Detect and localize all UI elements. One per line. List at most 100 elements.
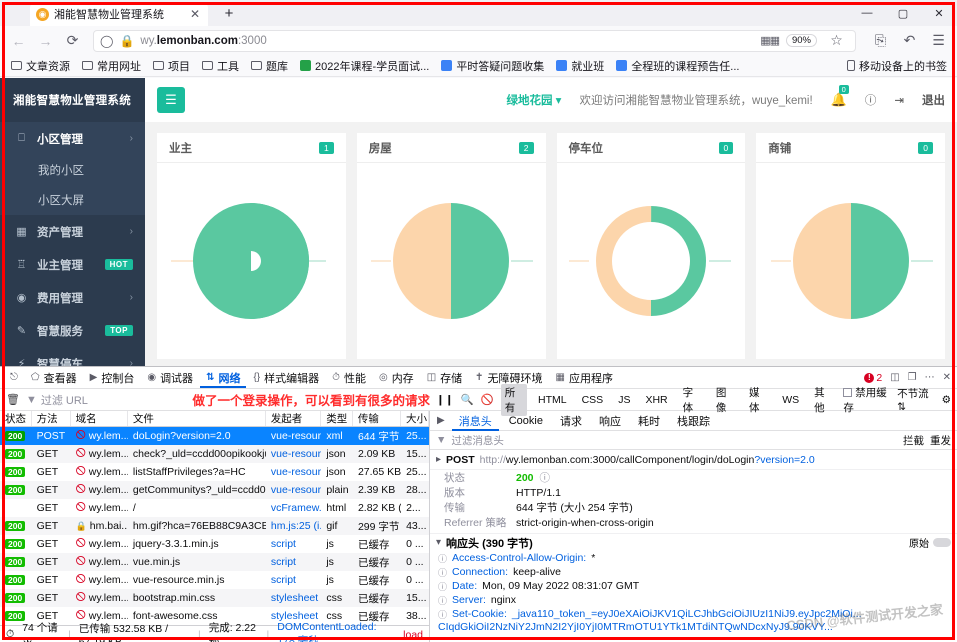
- search-icon[interactable]: 🔍: [461, 393, 474, 406]
- logout-button[interactable]: 退出: [922, 92, 945, 108]
- response-headers-section[interactable]: ▾ 响应头 (390 字节) 原始: [430, 533, 957, 551]
- tab-performance[interactable]: ⏱ 性能: [326, 368, 372, 388]
- column-status[interactable]: 状态: [0, 411, 32, 426]
- tab-request[interactable]: 请求: [553, 411, 589, 431]
- help-icon[interactable]: ⓘ: [438, 566, 447, 579]
- column-domain[interactable]: 域名: [71, 411, 128, 426]
- dock-side-icon[interactable]: ❐: [908, 372, 917, 383]
- shield-icon[interactable]: ◯: [100, 34, 113, 48]
- column-transfer[interactable]: 传输: [353, 411, 401, 426]
- help-icon[interactable]: ⓘ: [438, 552, 447, 565]
- tab-stack-trace[interactable]: 栈跟踪: [670, 411, 717, 431]
- sidebar-toggle-icon[interactable]: ▶: [433, 415, 449, 426]
- sidebar-item-smart-parking[interactable]: ⚡ 智慧停车 ›: [0, 347, 145, 366]
- url-bar[interactable]: ◯ 🔒 wy.lemonban.com:3000 ▦▦ 90% ☆: [93, 29, 856, 52]
- minimize-button[interactable]: —: [849, 7, 885, 19]
- bookmark-item[interactable]: 文章资源: [6, 57, 75, 75]
- tab-debugger[interactable]: ◉ 调试器: [141, 368, 199, 388]
- browser-tab[interactable]: ◉ 湘能智慧物业管理系统 ✕: [30, 2, 208, 26]
- column-type[interactable]: 类型: [321, 411, 353, 426]
- sidebar-subitem-community-screen[interactable]: 小区大屏: [0, 185, 145, 215]
- close-window-button[interactable]: ✕: [921, 7, 957, 20]
- filter-css[interactable]: CSS: [578, 393, 608, 407]
- column-method[interactable]: 方法: [32, 411, 71, 426]
- reload-button[interactable]: ⟳: [60, 30, 85, 52]
- sidebar-item-asset-management[interactable]: ▦ 资产管理 ›: [0, 215, 145, 248]
- tab-response[interactable]: 响应: [592, 411, 628, 431]
- app-menu-icon[interactable]: ☰: [926, 30, 951, 52]
- bookmark-item[interactable]: 平时答疑问题收集: [436, 57, 549, 75]
- more-icon[interactable]: ⋯: [925, 372, 935, 383]
- tab-memory[interactable]: ◎ 内存: [373, 368, 420, 388]
- close-icon[interactable]: ✕: [943, 372, 951, 383]
- pause-icon[interactable]: ❙❙: [436, 394, 454, 406]
- bookmark-star-icon[interactable]: ☆: [824, 30, 849, 52]
- maximize-button[interactable]: ▢: [885, 7, 921, 20]
- disable-cache-checkbox[interactable]: 禁用缓存: [843, 385, 890, 415]
- tab-timings[interactable]: 耗时: [631, 411, 667, 431]
- resend-button[interactable]: 重发: [930, 433, 951, 448]
- tab-console[interactable]: ▶ 控制台: [84, 368, 141, 388]
- gear-icon[interactable]: ⚙: [942, 394, 951, 406]
- bookmark-item[interactable]: 题库: [246, 57, 293, 75]
- chevron-right-icon[interactable]: ▸: [436, 454, 441, 465]
- new-tab-button[interactable]: +: [218, 4, 240, 26]
- bookmark-item[interactable]: 就业班: [551, 57, 609, 75]
- help-icon[interactable]: ⓘ: [438, 594, 447, 607]
- sidebar-item-smart-service[interactable]: ✎ 智慧服务 TOP: [0, 314, 145, 347]
- sidebar-subitem-my-community[interactable]: 我的小区: [0, 155, 145, 185]
- zoom-level-badge[interactable]: 90%: [785, 34, 817, 47]
- column-initiator[interactable]: 发起者: [266, 411, 322, 426]
- notification-bell[interactable]: 🔔 0: [831, 85, 849, 108]
- tab-style-editor[interactable]: {} 样式编辑器: [247, 368, 325, 388]
- sidebar-item-community-management[interactable]: ⎕ 小区管理 ›: [0, 122, 145, 155]
- tab-headers[interactable]: 消息头: [452, 411, 499, 431]
- community-selector[interactable]: 绿地花园 ▾: [506, 92, 561, 108]
- table-row[interactable]: 200 GET 🛇 wy.lem... vue.min.js script js 已缓存 0 .…: [0, 553, 429, 571]
- column-file[interactable]: 文件: [128, 411, 266, 426]
- table-row[interactable]: 200 GET 🛇 wy.lem... vue-resource.min.js scrip…: [0, 571, 429, 589]
- table-row[interactable]: 200 GET 🛇 wy.lem... check?_uld=ccdd00opikook…: [0, 445, 429, 463]
- block-button[interactable]: 拦截: [903, 433, 924, 448]
- dock-bottom-icon[interactable]: ◫: [890, 372, 899, 383]
- bookmark-item[interactable]: 常用网址: [77, 57, 146, 75]
- filter-html[interactable]: HTML: [534, 393, 571, 407]
- table-row[interactable]: 200 GET 🛇 wy.lem... bootstrap.min.css stylesh…: [0, 589, 429, 607]
- bookmark-item[interactable]: 全程班的课程预告任...: [611, 57, 744, 75]
- bookmark-item[interactable]: 项目: [148, 57, 195, 75]
- back-button[interactable]: ←: [6, 30, 31, 52]
- tab-network[interactable]: ⇅ 网络: [200, 368, 246, 388]
- hamburger-icon[interactable]: ☰: [157, 87, 185, 113]
- table-row[interactable]: 200 GET 🔒hm.bai... hm.gif?hca=76EB88C9A3CB4…: [0, 517, 429, 535]
- devtools-picker-button[interactable]: ⎋: [4, 370, 24, 385]
- help-icon[interactable]: ⓘ: [438, 580, 447, 593]
- block-icon[interactable]: 🚫: [481, 393, 494, 406]
- filter-ws[interactable]: WS: [778, 393, 803, 407]
- filter-url-input[interactable]: ▼ 过滤 URL: [26, 392, 169, 408]
- bookmark-item[interactable]: 2022年课程-学员面试...: [295, 57, 434, 75]
- throttle-select[interactable]: 不节流 ⇅: [897, 386, 934, 413]
- help-icon[interactable]: ⓘ: [438, 608, 447, 621]
- filter-headers-placeholder[interactable]: 过滤消息头: [451, 433, 504, 448]
- bookmark-item[interactable]: 工具: [197, 57, 244, 75]
- clear-requests-icon[interactable]: 🗑: [6, 393, 20, 406]
- filter-js[interactable]: JS: [614, 393, 634, 407]
- request-url-row[interactable]: ▸ POST http://wy.lemonban.com:3000/callC…: [430, 450, 957, 470]
- table-row[interactable]: 200 GET 🛇 wy.lem... listStaffPrivileges?a=HC…: [0, 463, 429, 481]
- tab-close-icon[interactable]: ✕: [188, 7, 202, 21]
- filter-xhr[interactable]: XHR: [641, 393, 671, 407]
- mobile-bookmarks-item[interactable]: 移动设备上的书签: [847, 58, 951, 74]
- column-size[interactable]: 大小: [401, 411, 429, 426]
- sidebar-item-owner-management[interactable]: ♖ 业主管理 HOT: [0, 248, 145, 281]
- tab-cookie[interactable]: Cookie: [502, 413, 550, 429]
- forward-button[interactable]: →: [33, 30, 58, 52]
- undo-arrow-icon[interactable]: ↶: [897, 30, 922, 52]
- table-row[interactable]: 200 GET 🛇 wy.lem... jquery-3.3.1.min.js scrip…: [0, 535, 429, 553]
- sidebar-item-fee-management[interactable]: ◉ 费用管理 ›: [0, 281, 145, 314]
- error-count-badge[interactable]: ! 2: [864, 372, 882, 384]
- logout-icon[interactable]: ⇥: [894, 93, 904, 107]
- help-icon[interactable]: ⓘ: [540, 470, 551, 485]
- help-icon[interactable]: ⓘ: [865, 92, 877, 108]
- table-row[interactable]: 200 GET 🛇 wy.lem... getCommunitys?_uld=ccdd0…: [0, 481, 429, 499]
- qr-code-icon[interactable]: ▦▦: [760, 34, 780, 47]
